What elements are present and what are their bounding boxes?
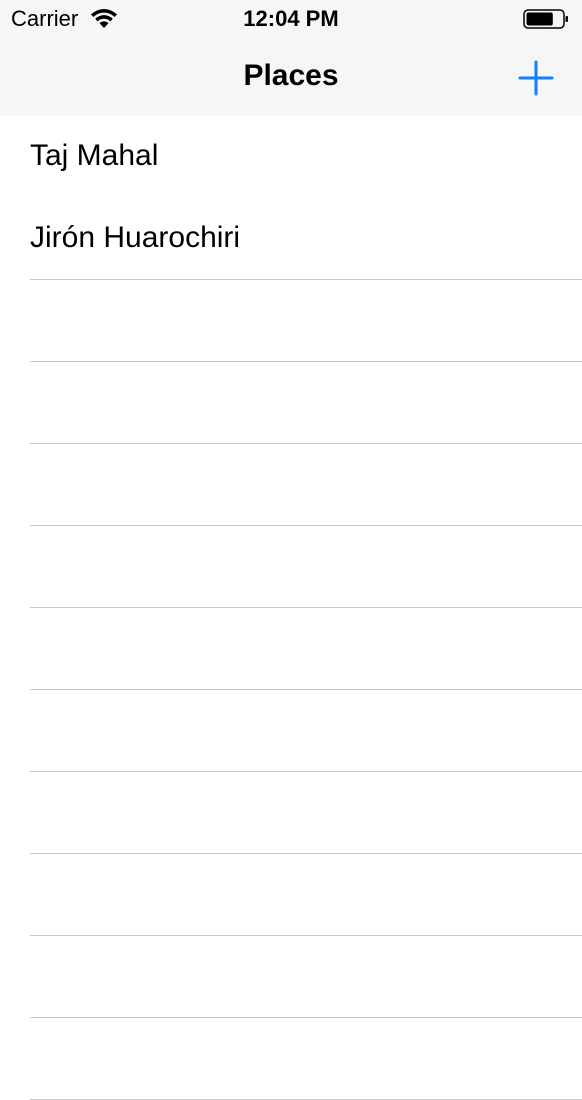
page-title: Places [243,59,339,92]
place-label: Taj Mahal [30,139,159,172]
empty-row [0,1018,582,1100]
place-label: Jirón Huarochiri [30,221,241,254]
navigation-bar: Places [0,40,582,116]
empty-row [0,526,582,608]
plus-icon [518,60,554,96]
empty-row [0,444,582,526]
place-row[interactable]: Jirón Huarochiri [0,198,582,280]
empty-row [0,608,582,690]
empty-row [0,690,582,772]
empty-row [0,362,582,444]
empty-row [0,280,582,362]
empty-row [0,854,582,936]
status-time: 12:04 PM [243,6,339,31]
place-row[interactable]: Taj Mahal [0,116,582,198]
battery-icon [523,9,568,29]
empty-row [0,936,582,1018]
empty-row [0,772,582,854]
status-bar: Carrier 12:04 PM [0,0,582,40]
add-place-button[interactable] [512,54,560,102]
places-list: Taj Mahal Jirón Huarochiri [0,116,582,1100]
